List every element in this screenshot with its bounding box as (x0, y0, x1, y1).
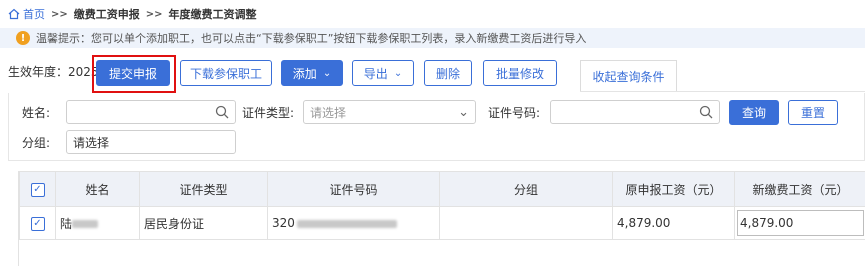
home-icon (8, 8, 20, 20)
effective-year-label: 生效年度： (8, 65, 69, 79)
name-input[interactable] (66, 100, 236, 124)
select-all-cell[interactable]: ✓ (19, 171, 56, 207)
redacted-text (296, 219, 397, 228)
add-label: 添加 (292, 66, 317, 81)
cell-new-wage: 4,879.00 (734, 206, 865, 240)
new-wage-value: 4,879.00 (740, 216, 794, 230)
new-wage-input[interactable]: 4,879.00 (737, 210, 864, 236)
reset-button[interactable]: 重置 (788, 100, 838, 125)
tab-divider (580, 91, 865, 92)
row-select-cell[interactable]: ✓ (19, 206, 56, 240)
column-header-id-number: 证件号码 (267, 171, 440, 207)
id-number: 320 (272, 216, 295, 230)
chevron-down-icon: ⌄ (458, 104, 469, 120)
add-dropdown-button[interactable]: 添加 ⌄ (281, 60, 343, 86)
delete-button[interactable]: 删除 (424, 60, 472, 86)
group-value: 请选择 (73, 135, 110, 150)
cell-id-type: 居民身份证 (139, 206, 268, 240)
employee-name: 陆 (60, 216, 73, 231)
column-header-id-type: 证件类型 (139, 171, 268, 207)
warning-icon: ! (16, 31, 30, 45)
query-button[interactable]: 查询 (729, 100, 779, 125)
table-header-row: ✓ 姓名 证件类型 证件号码 分组 原申报工资（元） 新缴费工资（元） (19, 171, 865, 207)
search-icon[interactable] (215, 105, 229, 119)
export-dropdown-button[interactable]: 导出 ⌄ (352, 60, 414, 86)
column-header-old-wage: 原申报工资（元） (612, 171, 735, 207)
tip-text: 温馨提示：您可以单个添加职工，也可以点击“下载参保职工”按钮下载参保职工列表，录… (36, 32, 587, 45)
select-all-checkbox[interactable]: ✓ (30, 183, 45, 197)
id-type-label: 证件类型: (242, 106, 295, 120)
batch-edit-button[interactable]: 批量修改 (483, 60, 557, 86)
breadcrumb-home[interactable]: 首页 (8, 6, 45, 22)
id-number-label: 证件号码: (488, 106, 541, 120)
id-number-input[interactable] (550, 100, 720, 124)
chevron-down-icon: ⌄ (322, 67, 332, 79)
column-header-new-wage: 新缴费工资（元） (734, 171, 865, 207)
redacted-text (72, 220, 99, 228)
breadcrumb-home-label: 首页 (23, 8, 45, 21)
effective-year: 生效年度：2025 (8, 63, 99, 80)
cell-name: 陆 (55, 206, 140, 240)
cell-id-number: 320 (267, 206, 440, 240)
breadcrumb: 首页 >> 缴费工资申报 >> 年度缴费工资调整 (0, 0, 865, 28)
column-header-name: 姓名 (55, 171, 140, 207)
breadcrumb-item-current: 年度缴费工资调整 (168, 8, 257, 21)
breadcrumb-separator: >> (145, 8, 163, 20)
tab-collapse-search[interactable]: 收起查询条件 (580, 60, 677, 92)
tip-bar: ! 温馨提示：您可以单个添加职工，也可以点击“下载参保职工”按钮下载参保职工列表… (0, 28, 865, 48)
id-type-placeholder: 请选择 (310, 105, 347, 120)
chevron-down-icon: ⌄ (393, 67, 403, 79)
row-checkbox[interactable]: ✓ (30, 217, 45, 231)
export-label: 导出 (363, 66, 388, 81)
cell-old-wage: 4,879.00 (612, 206, 735, 240)
highlight-box (92, 55, 176, 93)
breadcrumb-item-declaration[interactable]: 缴费工资申报 (74, 6, 140, 22)
column-header-group: 分组 (439, 171, 613, 207)
breadcrumb-separator: >> (51, 8, 68, 20)
name-label: 姓名: (22, 106, 51, 120)
download-employees-button[interactable]: 下载参保职工 (180, 60, 272, 86)
group-label: 分组: (22, 136, 51, 150)
cell-group (439, 206, 613, 240)
table-row[interactable]: ✓ 陆 居民身份证 320 4,879.00 4,879.00 (19, 206, 865, 240)
data-table: ✓ 姓名 证件类型 证件号码 分组 原申报工资（元） 新缴费工资（元） ✓ 陆 … (18, 171, 865, 266)
group-select[interactable]: 请选择 (66, 130, 236, 154)
id-type-select[interactable]: 请选择 ⌄ (303, 100, 476, 124)
search-icon[interactable] (699, 105, 713, 119)
